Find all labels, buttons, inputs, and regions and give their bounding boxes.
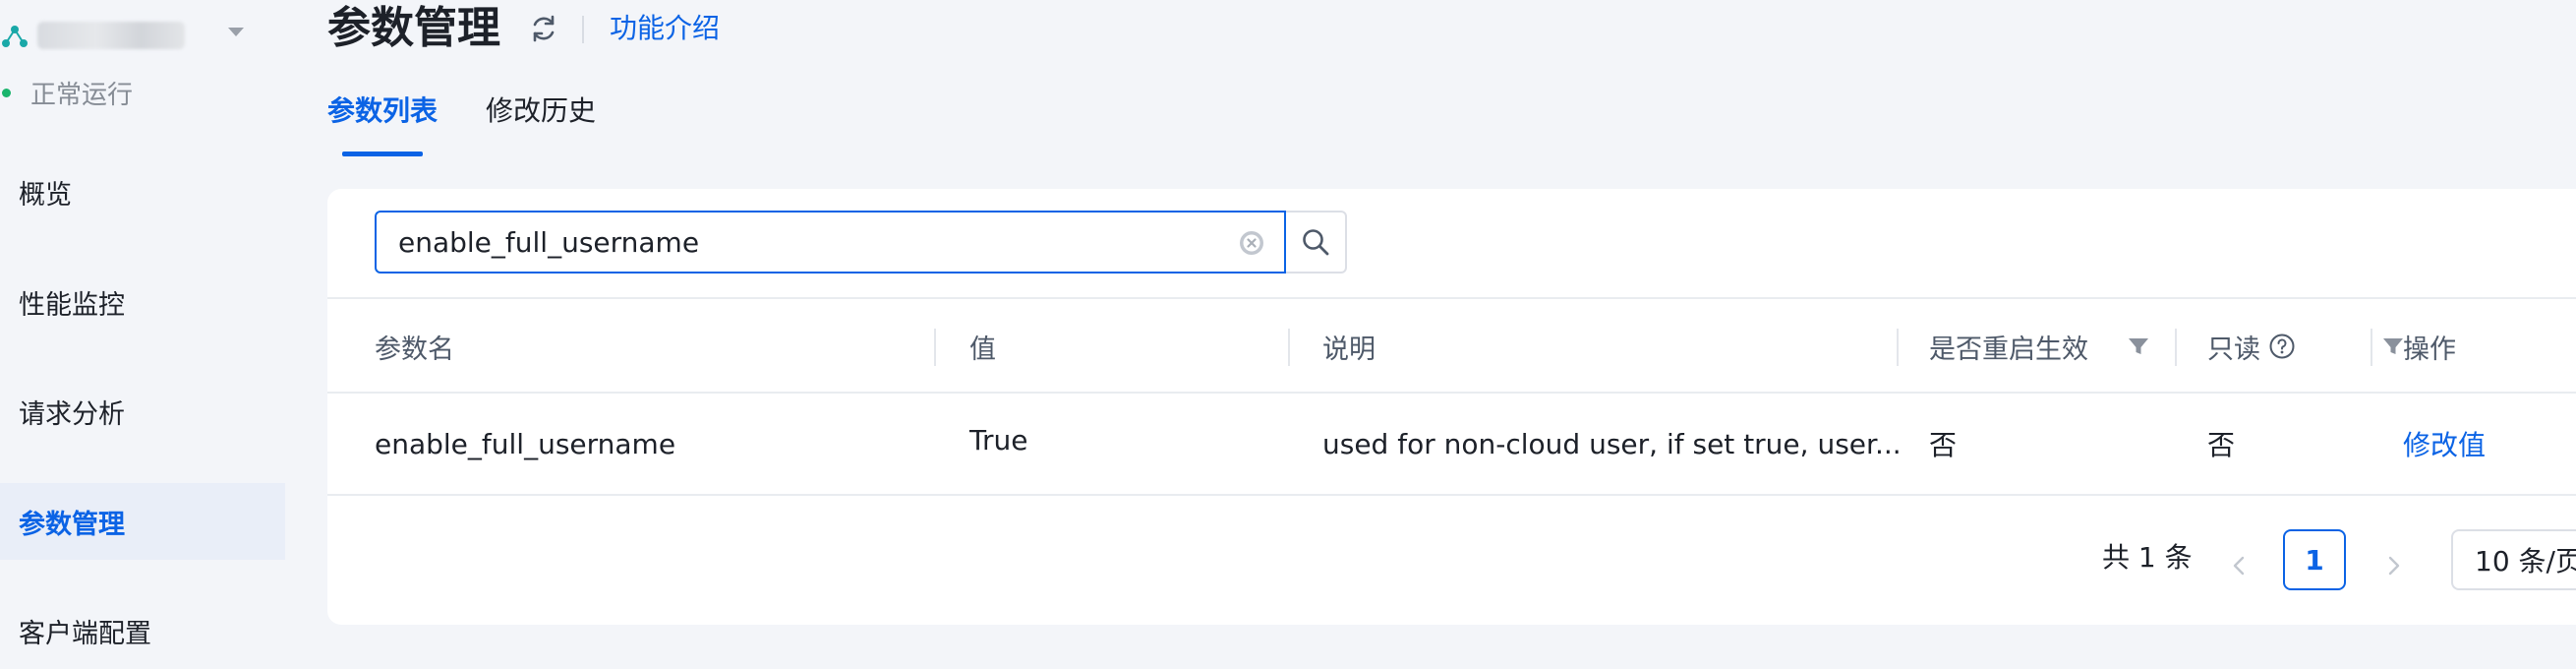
col-header-value: 值 xyxy=(969,334,996,365)
clear-icon[interactable] xyxy=(1239,230,1264,256)
active-tab-indicator xyxy=(342,152,423,156)
column-resize-handle[interactable] xyxy=(2175,329,2177,366)
search-box[interactable] xyxy=(375,211,1286,274)
column-resize-handle[interactable] xyxy=(2371,329,2372,366)
tab-change-history[interactable]: 修改历史 xyxy=(486,91,596,132)
instance-name-redacted[interactable] xyxy=(37,22,185,49)
filter-icon[interactable] xyxy=(2382,336,2404,356)
col-header-description: 说明 xyxy=(1322,334,1376,365)
help-icon[interactable] xyxy=(2268,333,2296,360)
cell-readonly: 否 xyxy=(2207,429,2236,461)
search-button[interactable] xyxy=(1286,211,1347,274)
cluster-icon xyxy=(2,26,28,47)
status-text: 正常运行 xyxy=(30,80,134,110)
col-header-restart: 是否重启生效 xyxy=(1929,299,2088,394)
tab-param-list[interactable]: 参数列表 xyxy=(327,91,438,132)
table-header: 参数名 值 说明 是否重启生效 只读 操作 xyxy=(327,297,2576,394)
page-size-select[interactable]: 10 条/页 xyxy=(2451,529,2576,590)
sidebar: 正常运行 概览 性能监控 请求分析 参数管理 客户端配置 xyxy=(0,0,285,669)
cell-param-value: True xyxy=(969,423,1028,456)
chevron-down-icon[interactable] xyxy=(228,28,244,36)
cell-param-name: enable_full_username xyxy=(375,427,676,460)
nav-item-request-analysis[interactable]: 请求分析 xyxy=(0,373,285,450)
table-row: enable_full_username True used for non-c… xyxy=(327,394,2576,496)
nav-item-params[interactable]: 参数管理 xyxy=(0,483,285,560)
column-resize-handle[interactable] xyxy=(934,329,936,366)
nav-item-performance[interactable]: 性能监控 xyxy=(0,264,285,340)
cell-restart: 否 xyxy=(1929,429,1958,461)
column-resize-handle[interactable] xyxy=(1288,329,1290,366)
title-divider xyxy=(582,16,584,43)
chevron-left-icon[interactable] xyxy=(2223,549,2256,582)
nav-item-overview[interactable]: 概览 xyxy=(0,153,285,230)
search-icon xyxy=(1303,229,1329,256)
edit-value-link[interactable]: 修改值 xyxy=(2403,394,2486,494)
pagination-page-1[interactable]: 1 xyxy=(2283,529,2346,590)
col-header-readonly-label: 只读 xyxy=(2207,334,2260,365)
col-header-name: 参数名 xyxy=(375,334,454,365)
pagination-total: 共 1 条 xyxy=(2102,541,2193,574)
cell-description: used for non-cloud user, if set true, us… xyxy=(1322,427,1902,460)
col-header-readonly: 只读 xyxy=(2207,299,2296,394)
status-dot-icon xyxy=(2,88,11,97)
filter-icon[interactable] xyxy=(2128,336,2149,356)
column-resize-handle[interactable] xyxy=(1897,329,1899,366)
col-header-restart-label: 是否重启生效 xyxy=(1929,334,2088,365)
page-title: 参数管理 xyxy=(327,3,500,53)
nav-item-client-config[interactable]: 客户端配置 xyxy=(0,592,285,669)
refresh-icon[interactable] xyxy=(527,12,560,45)
chevron-right-icon[interactable] xyxy=(2376,549,2410,582)
feature-intro-link[interactable]: 功能介绍 xyxy=(610,8,720,49)
instance-status: 正常运行 xyxy=(0,73,133,112)
col-header-action: 操作 xyxy=(2403,334,2456,365)
search-input[interactable] xyxy=(398,225,1165,259)
